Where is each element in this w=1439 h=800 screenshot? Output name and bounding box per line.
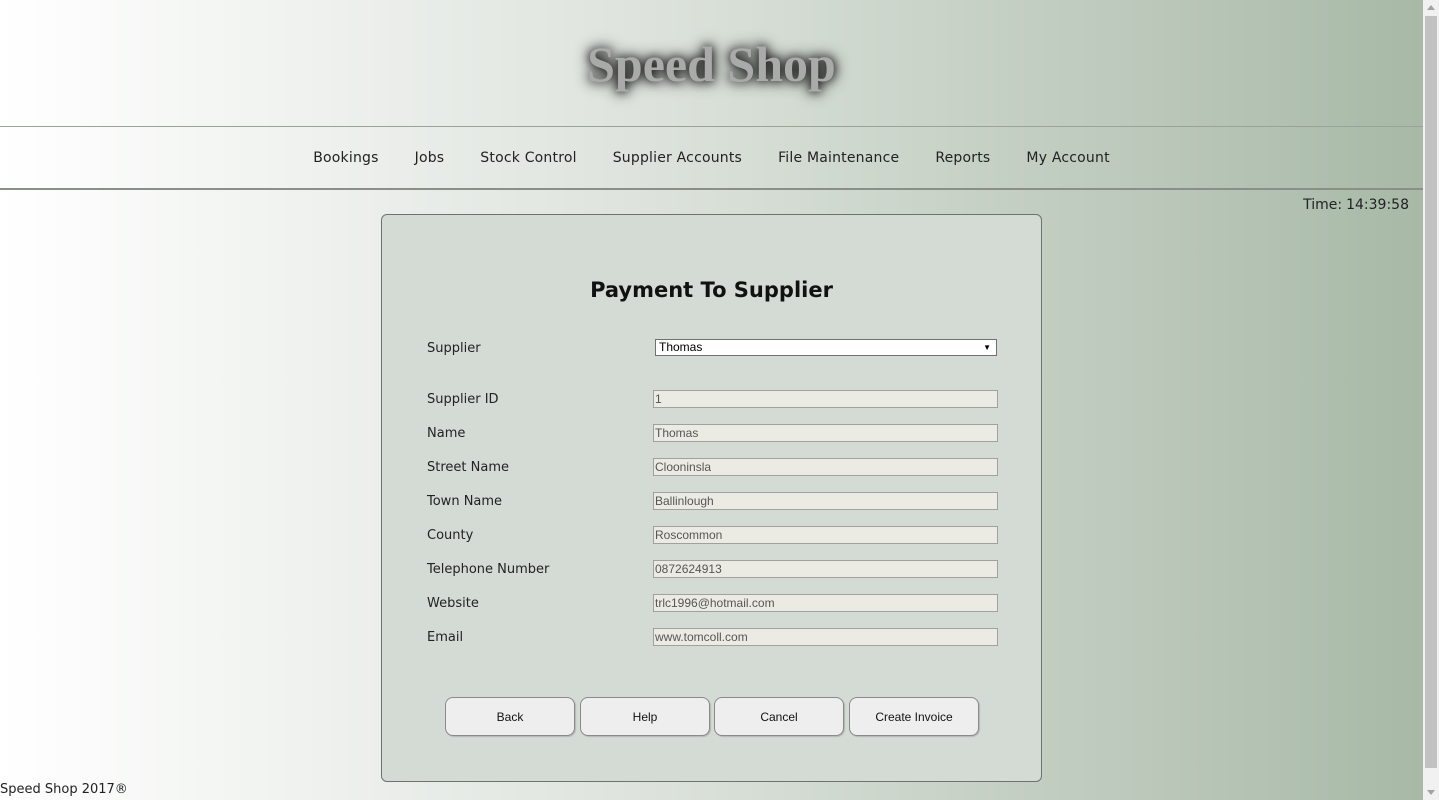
supplier-select-value: Thomas — [659, 340, 703, 354]
scroll-down-arrow-icon[interactable] — [1427, 790, 1435, 795]
name-field[interactable]: Thomas — [653, 424, 998, 442]
form-row-name: Name Thomas — [427, 424, 998, 444]
nav-item-my-account[interactable]: My Account — [1026, 150, 1109, 166]
form-row-street-name: Street Name Clooninsla — [427, 458, 998, 478]
form-title: Payment To Supplier — [590, 278, 833, 302]
county-field[interactable]: Roscommon — [653, 526, 998, 544]
nav-item-file-maintenance[interactable]: File Maintenance — [778, 150, 899, 166]
supplier-id-field[interactable]: 1 — [653, 390, 998, 408]
form-row-email: Email www.tomcoll.com — [427, 628, 998, 648]
form-row-supplier-id: Supplier ID 1 — [427, 390, 998, 410]
clock: Time: 14:39:58 — [1303, 197, 1409, 213]
payment-form-panel: Payment To Supplier Supplier Thomas ▼ Su… — [381, 214, 1042, 782]
street-name-label: Street Name — [427, 460, 509, 475]
town-name-field[interactable]: Ballinlough — [653, 492, 998, 510]
nav-item-stock-control[interactable]: Stock Control — [480, 150, 576, 166]
form-row-telephone: Telephone Number 0872624913 — [427, 560, 998, 580]
supplier-label: Supplier — [427, 341, 481, 356]
nav-item-supplier-accounts[interactable]: Supplier Accounts — [613, 150, 742, 166]
back-button[interactable]: Back — [445, 697, 575, 736]
clock-label: Time: — [1303, 197, 1343, 213]
nav-item-bookings[interactable]: Bookings — [313, 150, 378, 166]
nav-item-jobs[interactable]: Jobs — [415, 150, 445, 166]
clock-value: 14:39:58 — [1346, 197, 1409, 213]
footer-copyright: Speed Shop 2017® — [0, 782, 128, 797]
supplier-select[interactable]: Thomas ▼ — [655, 339, 997, 356]
county-label: County — [427, 528, 474, 543]
email-label: Email — [427, 630, 464, 645]
street-name-field[interactable]: Clooninsla — [653, 458, 998, 476]
form-row-county: County Roscommon — [427, 526, 998, 546]
telephone-field[interactable]: 0872624913 — [653, 560, 998, 578]
scroll-up-arrow-icon[interactable] — [1427, 5, 1435, 10]
main-nav: Bookings Jobs Stock Control Supplier Acc… — [0, 126, 1423, 190]
supplier-row: Supplier Thomas ▼ — [427, 339, 997, 359]
help-button[interactable]: Help — [580, 697, 710, 736]
name-label: Name — [427, 426, 466, 441]
create-invoice-button[interactable]: Create Invoice — [849, 697, 979, 736]
form-row-website: Website trlc1996@hotmail.com — [427, 594, 998, 614]
scrollbar-thumb[interactable] — [1425, 16, 1437, 768]
chevron-down-icon: ▼ — [983, 343, 991, 352]
nav-item-reports[interactable]: Reports — [935, 150, 990, 166]
page-scrollbar[interactable] — [1423, 0, 1439, 800]
email-field[interactable]: www.tomcoll.com — [653, 628, 998, 646]
website-label: Website — [427, 596, 479, 611]
supplier-id-label: Supplier ID — [427, 392, 499, 407]
form-row-town-name: Town Name Ballinlough — [427, 492, 998, 512]
website-field[interactable]: trlc1996@hotmail.com — [653, 594, 998, 612]
telephone-label: Telephone Number — [427, 562, 550, 577]
cancel-button[interactable]: Cancel — [714, 697, 844, 736]
site-title: Speed Shop — [587, 36, 836, 92]
town-name-label: Town Name — [427, 494, 503, 509]
site-header: Speed Shop — [0, 0, 1423, 126]
